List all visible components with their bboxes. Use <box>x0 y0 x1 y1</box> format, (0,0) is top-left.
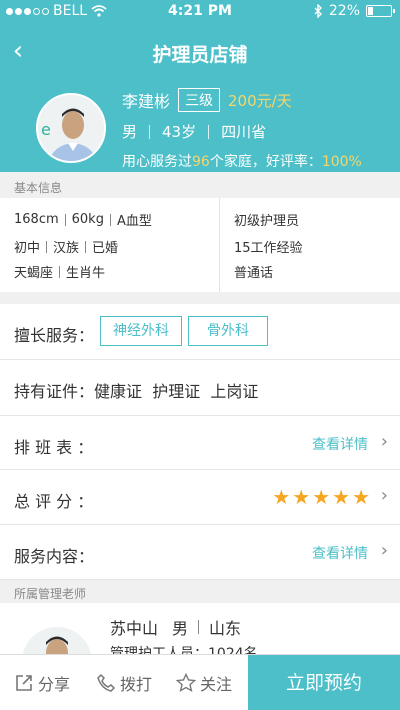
chevron-right-icon: › <box>380 540 388 561</box>
chevron-right-icon: › <box>380 485 388 506</box>
rating-value: 100% <box>321 154 362 170</box>
gender: 男 <box>122 123 138 141</box>
nav-bar: ‹ 护理员店铺 <box>0 30 400 74</box>
basic-info-panel: 168cm 60kg A血型 初中 汉族 已婚 天蝎座 生肖牛 初级护理员 15… <box>0 198 400 292</box>
app-root: BELL 4:21 PM 22% ‹ 护理员店铺 e 李建彬 三级 200元/天… <box>0 0 400 710</box>
manager-province: 山东 <box>209 619 242 638</box>
caregiver-name: 李建彬 <box>122 92 171 111</box>
certificate-list: 健康证 护理证 上岗证 <box>94 382 259 401</box>
schedule-row[interactable]: 排 班 表 ： 查看详情 › <box>0 416 400 470</box>
language: 普通话 <box>234 266 274 281</box>
families-count: 96 <box>192 154 210 170</box>
star-icon: ★ <box>272 485 291 509</box>
age: 43岁 <box>162 123 197 141</box>
level-badge: 三级 <box>178 88 221 112</box>
manager-gender: 男 <box>172 619 189 638</box>
star-outline-icon <box>176 673 196 693</box>
basic-info-label: 基本信息 <box>0 174 400 198</box>
follow-button[interactable]: 关注 <box>176 655 232 710</box>
call-button[interactable]: 拨打 <box>96 655 152 710</box>
battery-icon <box>366 5 395 17</box>
share-button[interactable]: 分享 <box>14 655 70 710</box>
star-icon: ★ <box>352 485 370 509</box>
schedule-details-link[interactable]: 查看详情 <box>312 434 368 454</box>
work-experience: 15工作经验 <box>234 241 303 256</box>
avatar: e <box>36 93 106 163</box>
skill-tag[interactable]: 骨外科 <box>188 316 268 346</box>
book-now-button[interactable]: 立即预约 <box>248 655 400 710</box>
bottom-action-bar: 分享 拨打 关注 立即预约 <box>0 654 400 710</box>
service-details-link[interactable]: 查看详情 <box>312 543 368 563</box>
service-row[interactable]: 服务内容： 查看详情 › <box>0 525 400 580</box>
service-stats: 用心服务过96个家庭，好评率：100% <box>122 154 362 170</box>
manager-section-label: 所属管理老师 <box>0 581 400 603</box>
manager-name: 苏中山 <box>110 619 159 638</box>
star-icon: ★ <box>312 485 331 509</box>
caregiver-grade: 初级护理员 <box>234 214 300 229</box>
star-icon: ★ <box>332 485 351 509</box>
daily-price: 200元/天 <box>228 91 292 110</box>
rating-stars: ★ ★ ★ ★ ★ <box>272 487 370 507</box>
page-title: 护理员店铺 <box>152 44 248 66</box>
skills-row: 擅长服务： 神经外科 骨外科 <box>0 304 400 360</box>
star-icon: ★ <box>292 485 311 509</box>
battery-percent: 22% <box>328 3 360 19</box>
score-row[interactable]: 总 评 分 ： ★ ★ ★ ★ ★ › <box>0 470 400 525</box>
bluetooth-icon <box>314 4 322 18</box>
svg-text:e: e <box>41 120 51 139</box>
chevron-right-icon: › <box>380 431 388 452</box>
status-bar: BELL 4:21 PM 22% <box>0 0 400 24</box>
certificates-row: 持有证件：健康证 护理证 上岗证 <box>0 360 400 416</box>
share-icon <box>16 675 32 691</box>
header: BELL 4:21 PM 22% ‹ 护理员店铺 e 李建彬 三级 200元/天… <box>0 0 400 172</box>
skill-tag[interactable]: 神经外科 <box>100 316 182 346</box>
phone-icon <box>97 673 116 692</box>
province: 四川省 <box>221 123 267 141</box>
